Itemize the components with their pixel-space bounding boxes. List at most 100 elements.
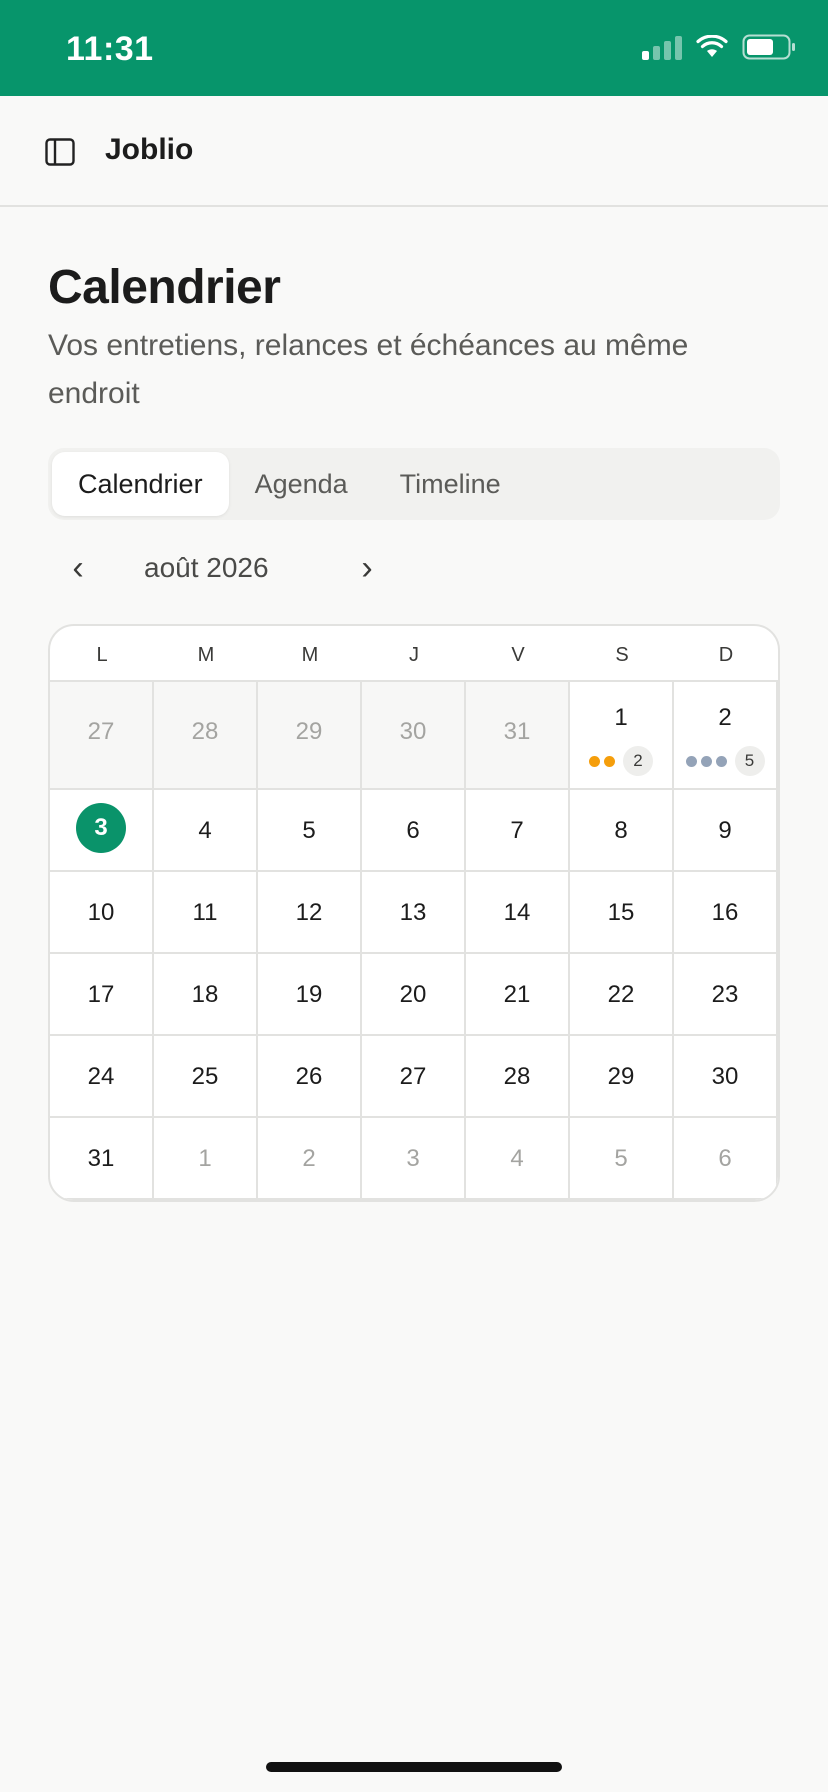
calendar-day-cell[interactable]: 17 <box>50 954 154 1034</box>
calendar-day-cell[interactable]: 2 <box>258 1118 362 1198</box>
calendar-day-cell[interactable]: 12 <box>570 682 674 788</box>
day-number: 30 <box>711 1063 739 1090</box>
home-indicator <box>266 1762 562 1772</box>
calendar-day-cell[interactable]: 27 <box>362 1036 466 1116</box>
tab-agenda[interactable]: Agenda <box>229 452 374 516</box>
calendar-day-cell[interactable]: 29 <box>570 1036 674 1116</box>
calendar-day-cell[interactable]: 21 <box>466 954 570 1034</box>
day-number: 5 <box>302 817 316 844</box>
day-number: 28 <box>503 1063 531 1090</box>
calendar-day-cell[interactable]: 31 <box>466 682 570 788</box>
calendar-day-cell[interactable]: 5 <box>258 790 362 870</box>
calendar-day-cell[interactable]: 30 <box>362 682 466 788</box>
calendar-day-cell[interactable]: 28 <box>466 1036 570 1116</box>
calendar-day-cell[interactable]: 11 <box>154 872 258 952</box>
day-number: 1 <box>198 1145 212 1172</box>
calendar-day-cell[interactable]: 12 <box>258 872 362 952</box>
calendar-day-cell[interactable]: 15 <box>570 872 674 952</box>
weekday-label: D <box>718 644 734 666</box>
today-indicator: 3 <box>76 803 126 853</box>
event-dot <box>700 755 712 767</box>
calendar-day-cell[interactable]: 4 <box>466 1118 570 1198</box>
calendar-day-cell[interactable]: 4 <box>154 790 258 870</box>
calendar-day-cell[interactable]: 31 <box>50 1118 154 1198</box>
day-number: 31 <box>503 718 531 745</box>
weekday-label: L <box>96 644 108 666</box>
weekday-label: J <box>409 644 419 666</box>
calendar-day-cell[interactable]: 13 <box>362 872 466 952</box>
weekday-label: M <box>301 644 319 666</box>
calendar-week-row: 17 18 19 20 21 22 23 <box>50 954 778 1036</box>
day-number: 28 <box>191 718 219 745</box>
status-time: 11:31 <box>66 30 154 68</box>
day-number: 9 <box>718 817 732 844</box>
day-number: 29 <box>295 718 323 745</box>
calendar-day-cell[interactable]: 26 <box>258 1036 362 1116</box>
day-number: 1 <box>614 704 628 731</box>
day-number: 2 <box>718 704 732 731</box>
calendar-day-cell[interactable]: 8 <box>570 790 674 870</box>
event-indicators: 2 <box>570 746 672 776</box>
calendar-day-cell[interactable]: 6 <box>362 790 466 870</box>
day-number: 14 <box>503 899 531 926</box>
view-tabs: Calendrier Agenda Timeline <box>48 448 780 520</box>
calendar-day-cell[interactable]: 9 <box>674 790 778 870</box>
day-number: 27 <box>87 718 115 745</box>
page-title: Calendrier <box>48 261 281 314</box>
calendar-day-cell[interactable]: 14 <box>466 872 570 952</box>
next-month-button[interactable]: › <box>345 546 389 590</box>
month-nav: ‹ août 2026 › <box>48 540 448 596</box>
day-number: 4 <box>198 817 212 844</box>
day-number: 2 <box>302 1145 316 1172</box>
tab-timeline[interactable]: Timeline <box>374 452 527 516</box>
calendar-week-row: 27 28 29 30 31 1 2 2 5 <box>50 682 778 790</box>
status-bar: 11:31 <box>0 0 828 96</box>
calendar-day-cell[interactable]: 18 <box>154 954 258 1034</box>
app-header: Joblio <box>0 96 828 207</box>
event-dot <box>589 755 600 767</box>
calendar-day-cell[interactable]: 7 <box>466 790 570 870</box>
calendar-day-cell[interactable]: 27 <box>50 682 154 788</box>
day-number: 11 <box>192 899 218 926</box>
calendar-day-cell[interactable]: 23 <box>674 954 778 1034</box>
previous-month-button[interactable]: ‹ <box>56 546 100 590</box>
calendar-day-cell[interactable]: 29 <box>258 682 362 788</box>
event-indicators: 5 <box>674 746 776 776</box>
calendar-week-row: 31 1 2 3 4 5 6 <box>50 1118 778 1200</box>
day-number: 20 <box>399 981 427 1008</box>
calendar-day-cell[interactable]: 6 <box>674 1118 778 1198</box>
day-number: 26 <box>295 1063 323 1090</box>
calendar-day-cell[interactable]: 30 <box>674 1036 778 1116</box>
weekday-label: V <box>511 644 525 666</box>
calendar-day-cell[interactable]: 5 <box>570 1118 674 1198</box>
calendar-day-cell[interactable]: 25 <box>154 1036 258 1116</box>
day-number: 15 <box>607 899 635 926</box>
calendar-week-row: 10 11 12 13 14 15 16 <box>50 872 778 954</box>
calendar-day-cell[interactable]: 10 <box>50 872 154 952</box>
tab-calendrier[interactable]: Calendrier <box>52 452 229 516</box>
day-number: 8 <box>614 817 628 844</box>
day-number: 22 <box>607 981 635 1008</box>
sidebar-toggle-icon[interactable] <box>44 136 76 168</box>
calendar-day-cell[interactable]: 28 <box>154 682 258 788</box>
calendar-day-cell[interactable]: 3 <box>362 1118 466 1198</box>
day-number: 6 <box>406 817 420 844</box>
calendar-day-cell[interactable]: 3 <box>50 790 154 870</box>
day-number: 3 <box>406 1145 420 1172</box>
status-icons <box>642 34 796 60</box>
calendar-day-cell[interactable]: 25 <box>674 682 778 788</box>
calendar-day-cell[interactable]: 16 <box>674 872 778 952</box>
month-label: août 2026 <box>144 552 269 583</box>
calendar-day-cell[interactable]: 1 <box>154 1118 258 1198</box>
day-number: 29 <box>607 1063 635 1090</box>
weekday-label: S <box>615 644 629 666</box>
calendar-day-cell[interactable]: 19 <box>258 954 362 1034</box>
calendar-day-cell[interactable]: 22 <box>570 954 674 1034</box>
wifi-icon <box>696 35 728 57</box>
day-number: 24 <box>87 1063 115 1090</box>
day-number: 13 <box>399 899 427 926</box>
calendar-day-cell[interactable]: 20 <box>362 954 466 1034</box>
calendar-grid: LMMJVSD 27 28 29 30 31 1 2 2 5 3 4 5 6 7 8 9 10 11 12 13 14 1… <box>48 624 780 1202</box>
weekday-header: LMMJVSD <box>50 626 778 682</box>
calendar-day-cell[interactable]: 24 <box>50 1036 154 1116</box>
